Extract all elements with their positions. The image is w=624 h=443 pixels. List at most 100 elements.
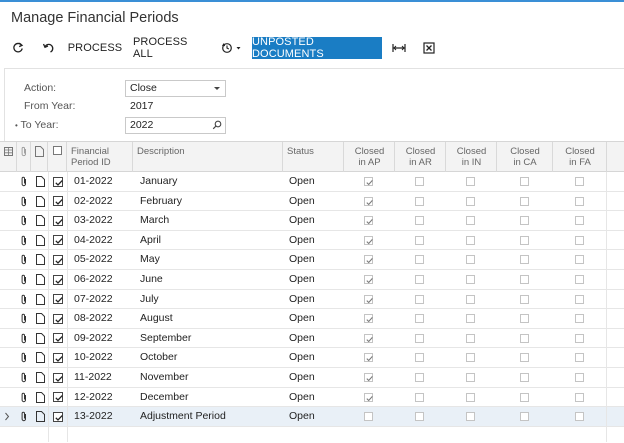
table-row[interactable]: 13-2022 Adjustment Period Open (0, 407, 624, 427)
undo-icon[interactable] (38, 37, 58, 59)
period-id-cell[interactable]: 01-2022 (74, 172, 113, 191)
period-id-cell[interactable]: 07-2022 (74, 290, 113, 309)
note-icon[interactable] (36, 348, 45, 367)
closed-in-in-checkbox (466, 314, 475, 324)
refresh-icon[interactable] (8, 37, 28, 59)
closed-in-ar-checkbox (415, 235, 424, 245)
note-icon[interactable] (36, 388, 45, 407)
note-icon[interactable] (36, 250, 45, 269)
row-select-checkbox[interactable] (53, 235, 63, 246)
attachment-icon[interactable] (20, 192, 28, 211)
note-icon[interactable] (36, 309, 45, 328)
row-select-checkbox[interactable] (53, 196, 63, 207)
attachment-icon[interactable] (20, 172, 28, 191)
fit-columns-icon[interactable] (389, 37, 409, 59)
attachment-icon[interactable] (20, 309, 28, 328)
closed-in-ca-checkbox (520, 314, 529, 324)
unposted-documents-button[interactable]: UNPOSTED DOCUMENTS (252, 36, 382, 60)
attachment-icon[interactable] (20, 270, 28, 289)
attachment-icon[interactable] (20, 368, 28, 387)
attachment-icon[interactable] (20, 388, 28, 407)
row-select-checkbox[interactable] (53, 352, 63, 363)
period-id-cell[interactable]: 06-2022 (74, 270, 113, 289)
select-all-header[interactable] (48, 142, 67, 172)
col-closed-fa[interactable]: Closed in FA (553, 142, 607, 172)
to-year-input[interactable]: 2022 (125, 117, 226, 134)
description-cell: August (140, 312, 173, 325)
period-id-cell[interactable]: 03-2022 (74, 211, 113, 230)
period-id-cell[interactable]: 12-2022 (74, 388, 113, 407)
excel-icon[interactable] (419, 37, 439, 59)
note-icon[interactable] (36, 192, 45, 211)
process-button[interactable]: PROCESS (66, 37, 124, 59)
closed-in-in-checkbox (466, 235, 475, 245)
table-row[interactable]: 12-2022 December Open (0, 388, 624, 408)
closed-in-ap-checkbox (364, 314, 373, 324)
table-row[interactable]: 02-2022 February Open (0, 192, 624, 212)
table-row[interactable]: 03-2022 March Open (0, 211, 624, 231)
col-closed-in[interactable]: Closed in IN (446, 142, 497, 172)
note-icon[interactable] (36, 270, 45, 289)
search-icon[interactable] (212, 120, 222, 135)
row-select-checkbox[interactable] (53, 274, 63, 285)
closed-in-in-checkbox (466, 333, 475, 343)
note-icon[interactable] (36, 231, 45, 250)
row-select-checkbox[interactable] (53, 176, 63, 187)
row-select-checkbox[interactable] (53, 294, 63, 305)
closed-in-in-checkbox (466, 373, 475, 382)
attachment-icon[interactable] (20, 231, 28, 250)
note-icon[interactable] (36, 211, 45, 230)
note-icon[interactable] (36, 407, 45, 426)
attachment-icon[interactable] (20, 211, 28, 230)
select-all-checkbox[interactable] (53, 146, 62, 155)
table-row[interactable]: 11-2022 November Open (0, 368, 624, 388)
table-row[interactable]: 05-2022 May Open (0, 250, 624, 270)
note-icon[interactable] (36, 368, 45, 387)
row-select-checkbox[interactable] (53, 372, 63, 383)
period-id-cell[interactable]: 10-2022 (74, 348, 113, 367)
table-row[interactable]: 09-2022 September Open (0, 329, 624, 349)
attachment-icon[interactable] (20, 407, 28, 426)
table-row[interactable]: 08-2022 August Open (0, 309, 624, 329)
action-select[interactable]: Close (125, 80, 226, 97)
col-closed-ap[interactable]: Closed in AP (344, 142, 395, 172)
schedule-dropdown-button[interactable] (218, 37, 246, 59)
row-select-checkbox[interactable] (53, 392, 63, 403)
table-row[interactable]: 10-2022 October Open (0, 348, 624, 368)
note-icon[interactable] (36, 329, 45, 348)
table-row[interactable]: 07-2022 July Open (0, 290, 624, 310)
period-id-cell[interactable]: 05-2022 (74, 250, 113, 269)
column-settings-header[interactable] (0, 142, 17, 172)
description-cell: May (140, 253, 160, 266)
attachment-icon[interactable] (20, 250, 28, 269)
table-row[interactable]: 06-2022 June Open (0, 270, 624, 290)
col-closed-ar-line2: in AR (409, 157, 432, 168)
table-row[interactable]: 01-2022 January Open (0, 172, 624, 192)
attachment-icon[interactable] (20, 329, 28, 348)
closed-in-ap-checkbox (364, 333, 373, 343)
row-select-checkbox[interactable] (53, 215, 63, 226)
period-id-cell[interactable]: 04-2022 (74, 231, 113, 250)
process-all-button[interactable]: PROCESS ALL (133, 36, 207, 60)
period-id-cell[interactable]: 02-2022 (74, 192, 113, 211)
attachment-icon[interactable] (20, 290, 28, 309)
status-cell: Open (289, 371, 315, 383)
period-id-cell[interactable]: 08-2022 (74, 309, 113, 328)
row-select-checkbox[interactable] (53, 313, 63, 324)
period-id-cell[interactable]: 11-2022 (74, 368, 112, 387)
col-closed-ca[interactable]: Closed in CA (497, 142, 553, 172)
row-select-checkbox[interactable] (53, 333, 63, 344)
col-closed-ar[interactable]: Closed in AR (395, 142, 446, 172)
closed-in-ap-checkbox (364, 412, 373, 422)
table-row[interactable]: 04-2022 April Open (0, 231, 624, 251)
period-id-cell[interactable]: 13-2022 (74, 407, 113, 426)
col-description[interactable]: Description (133, 142, 283, 172)
row-select-checkbox[interactable] (53, 411, 63, 422)
note-icon[interactable] (36, 290, 45, 309)
note-icon[interactable] (36, 172, 45, 191)
period-id-cell[interactable]: 09-2022 (74, 329, 113, 348)
col-status[interactable]: Status (283, 142, 344, 172)
col-period-id[interactable]: Financial Period ID (67, 142, 133, 172)
row-select-checkbox[interactable] (53, 254, 63, 265)
attachment-icon[interactable] (20, 348, 28, 367)
